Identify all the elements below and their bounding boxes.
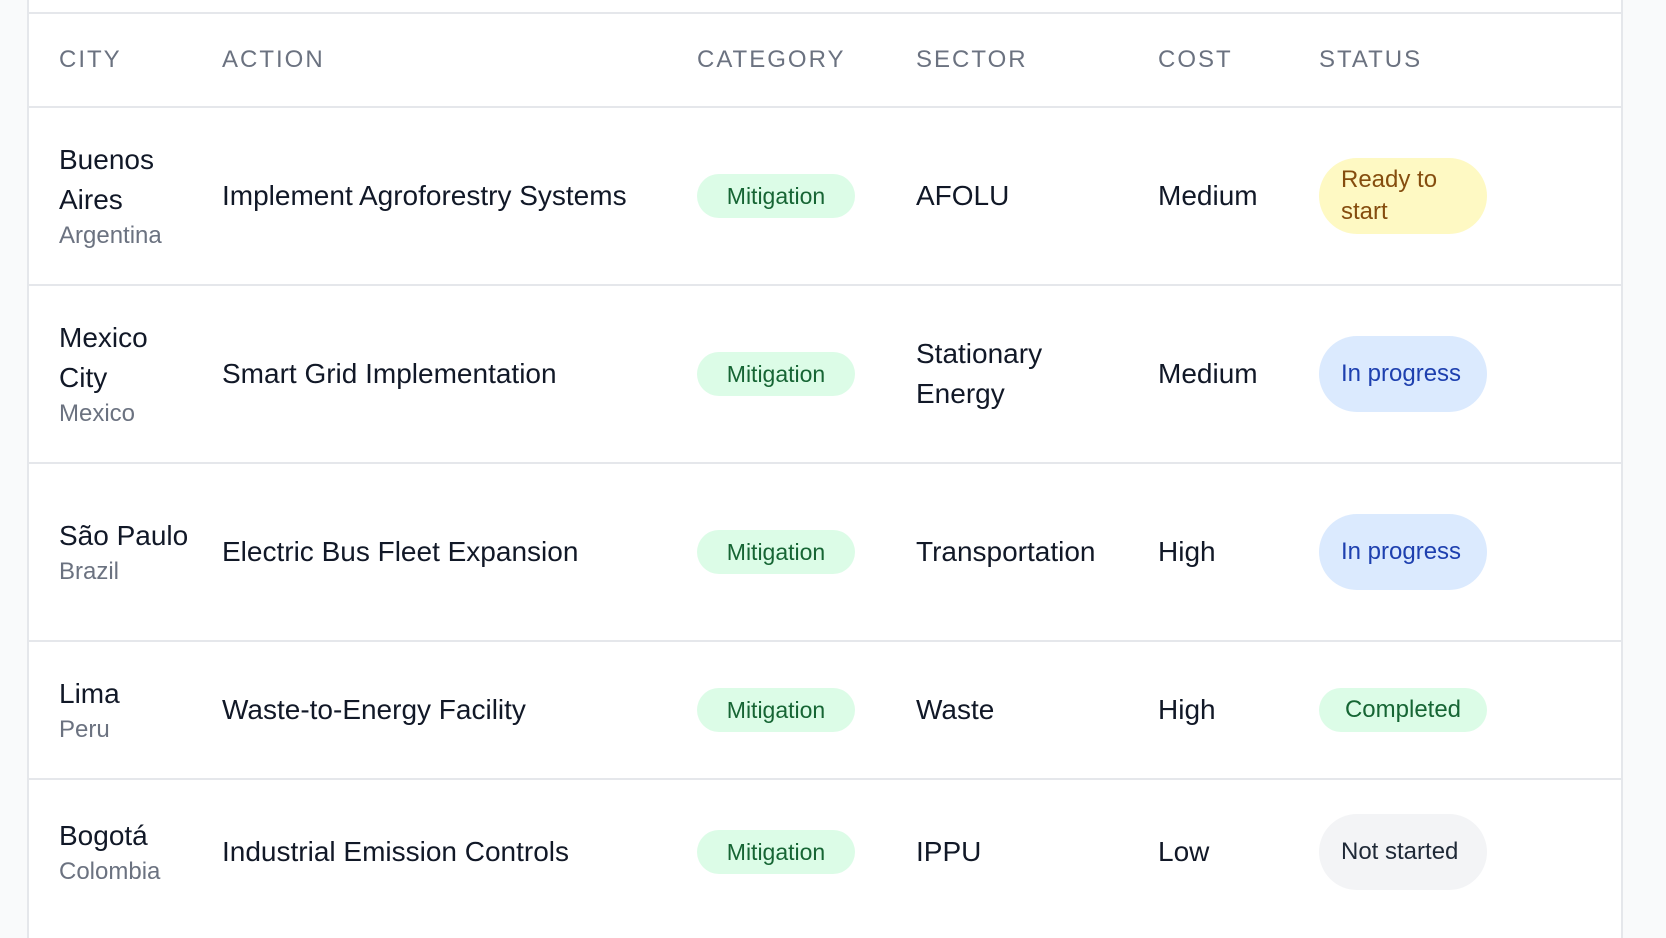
climate-actions-table: CITY ACTION CATEGORY SECTOR COST STATUS …: [27, 0, 1623, 938]
category-cell: Mitigation: [697, 642, 855, 778]
cost-value: Medium: [1158, 180, 1258, 211]
sector-cell: Transportation: [916, 464, 1136, 640]
category-cell: Mitigation: [697, 108, 855, 284]
cost-cell: Medium: [1158, 286, 1258, 462]
action-name[interactable]: Smart Grid Implementation: [222, 358, 557, 390]
status-badge: Ready to start: [1319, 158, 1487, 234]
sector-value: IPPU: [916, 836, 982, 867]
table-row[interactable]: Bogotá Colombia Industrial Emission Cont…: [29, 780, 1621, 924]
category-badge: Mitigation: [697, 174, 855, 218]
status-cell: In progress: [1319, 464, 1487, 640]
sector-cell: AFOLU: [916, 108, 1116, 284]
city-cell: Bogotá Colombia: [59, 780, 189, 924]
status-cell: In progress: [1319, 286, 1487, 462]
category-badge: Mitigation: [697, 352, 855, 396]
header-sector[interactable]: SECTOR: [916, 14, 1028, 106]
action-name[interactable]: Electric Bus Fleet Expansion: [222, 536, 578, 568]
header-cost[interactable]: COST: [1158, 14, 1233, 106]
action-cell: Electric Bus Fleet Expansion: [222, 464, 578, 640]
sector-value: Transportation: [916, 536, 1096, 567]
header-action[interactable]: ACTION: [222, 14, 325, 106]
city-name: São Paulo: [59, 520, 189, 551]
sector-value: Waste: [916, 694, 995, 725]
city-name: Lima: [59, 678, 120, 709]
city-name: Bogotá: [59, 820, 148, 851]
status-cell: Completed: [1319, 642, 1487, 778]
table-row[interactable]: São Paulo Brazil Electric Bus Fleet Expa…: [29, 464, 1621, 642]
cost-value: High: [1158, 694, 1216, 725]
action-cell: Industrial Emission Controls: [222, 780, 569, 924]
category-badge: Mitigation: [697, 530, 855, 574]
category-badge: Mitigation: [697, 688, 855, 732]
action-cell: Waste-to-Energy Facility: [222, 642, 526, 778]
city-cell: Mexico City Mexico: [59, 286, 189, 462]
action-name[interactable]: Implement Agroforestry Systems: [222, 180, 627, 212]
cost-cell: High: [1158, 642, 1216, 778]
table-row[interactable]: Mexico City Mexico Smart Grid Implementa…: [29, 286, 1621, 464]
country-name: Mexico: [59, 400, 136, 427]
cost-value: Medium: [1158, 358, 1258, 389]
table-row[interactable]: Lima Peru Waste-to-Energy Facility Mitig…: [29, 642, 1621, 780]
header-city[interactable]: CITY: [59, 14, 122, 106]
status-badge: Not started: [1319, 814, 1487, 890]
status-cell: Not started: [1319, 780, 1487, 924]
table-row[interactable]: Buenos Aires Argentina Implement Agrofor…: [29, 108, 1621, 286]
cost-value: Low: [1158, 836, 1210, 867]
status-badge: Completed: [1319, 688, 1487, 732]
action-name[interactable]: Waste-to-Energy Facility: [222, 694, 526, 726]
country-name: Colombia: [59, 858, 161, 885]
cost-cell: High: [1158, 464, 1216, 640]
sector-cell: IPPU: [916, 780, 1116, 924]
city-cell: Lima Peru: [59, 642, 189, 778]
status-badge: In progress: [1319, 336, 1487, 412]
action-cell: Implement Agroforestry Systems: [222, 108, 627, 284]
city-name: Mexico City: [59, 322, 148, 393]
header-category[interactable]: CATEGORY: [697, 14, 845, 106]
country-name: Argentina: [59, 222, 162, 249]
sector-value: Stationary Energy: [916, 338, 1043, 409]
city-cell: São Paulo Brazil: [59, 464, 189, 640]
table-header-row: CITY ACTION CATEGORY SECTOR COST STATUS: [29, 14, 1621, 108]
country-name: Brazil: [59, 558, 120, 585]
action-cell: Smart Grid Implementation: [222, 286, 557, 462]
status-cell: Ready to start: [1319, 108, 1487, 284]
cost-cell: Medium: [1158, 108, 1258, 284]
status-badge: In progress: [1319, 514, 1487, 590]
action-name[interactable]: Industrial Emission Controls: [222, 836, 569, 868]
city-cell: Buenos Aires Argentina: [59, 108, 189, 284]
country-name: Peru: [59, 716, 110, 743]
category-cell: Mitigation: [697, 286, 855, 462]
cost-cell: Low: [1158, 780, 1209, 924]
sector-cell: Waste: [916, 642, 1116, 778]
cost-value: High: [1158, 536, 1216, 567]
header-status[interactable]: STATUS: [1319, 14, 1422, 106]
category-cell: Mitigation: [697, 780, 855, 924]
category-cell: Mitigation: [697, 464, 855, 640]
sector-cell: Stationary Energy: [916, 286, 1116, 462]
category-badge: Mitigation: [697, 830, 855, 874]
sector-value: AFOLU: [916, 180, 1010, 211]
city-name: Buenos Aires: [59, 144, 154, 215]
